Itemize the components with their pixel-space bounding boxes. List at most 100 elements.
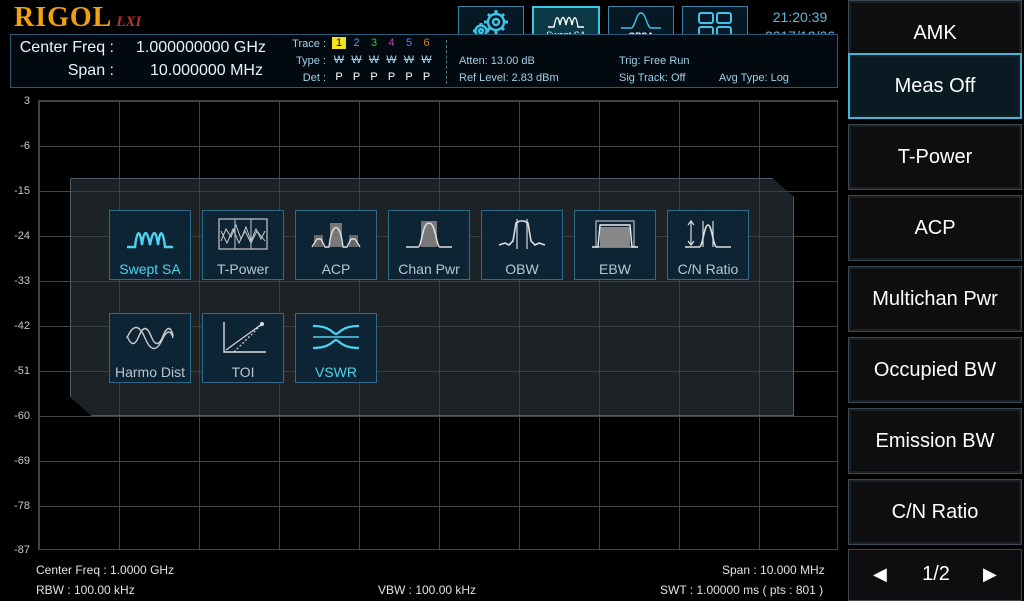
meas-tile-t-power[interactable]: T-Power — [202, 210, 284, 280]
y-tick-label: -60 — [14, 410, 30, 422]
y-tick-label: -69 — [14, 455, 30, 467]
meas-tile-label: T-Power — [216, 261, 270, 277]
vswr-icon — [312, 324, 360, 350]
softkey-t-power[interactable]: T-Power — [848, 124, 1022, 190]
softkey-label: ACP — [914, 216, 956, 239]
meas-tile-label: TOI — [231, 364, 255, 380]
info-divider — [446, 40, 448, 84]
meas-tile-label: Swept SA — [119, 261, 181, 277]
footer-rbw: RBW : 100.00 kHz — [36, 583, 135, 597]
softkey-multichan-pwr[interactable]: Multichan Pwr — [848, 266, 1022, 332]
meas-tile-acp[interactable]: ACP — [295, 210, 377, 280]
trace-6[interactable]: 6 — [420, 37, 434, 49]
softkey-occupied-bw[interactable]: Occupied BW — [848, 337, 1022, 403]
y-tick-label: 3 — [23, 95, 30, 107]
softkey-pager: ◀ 1/2 ▶ — [848, 549, 1022, 601]
softkey-label: Multichan Pwr — [872, 287, 998, 310]
softkey-label: T-Power — [897, 145, 973, 168]
trace-det: P — [422, 71, 431, 83]
footer-vbw: VBW : 100.00 kHz — [378, 583, 477, 597]
y-tick-label: -33 — [14, 275, 30, 287]
footer-swt: SWT : 1.00000 ms ( pts : 801 ) — [660, 583, 824, 597]
meas-tile-ebw[interactable]: EBW — [574, 210, 656, 280]
det-label: Det : — [302, 72, 326, 84]
center-freq-label: Center Freq : — [19, 39, 114, 56]
meas-tile-swept-sa[interactable]: Swept SA — [109, 210, 191, 280]
meas-tile-label: ACP — [321, 261, 351, 277]
avg-type-readout: Avg Type: Log — [719, 72, 789, 84]
softkey-cn-ratio[interactable]: C/N Ratio — [848, 479, 1022, 545]
footer-span: Span : 10.000 MHz — [722, 563, 825, 577]
rigol-logo: RIGOL LXI — [14, 2, 141, 33]
trace-2[interactable]: 2 — [350, 37, 364, 49]
harmonic-distortion-icon — [126, 326, 174, 350]
softkey-label: C/N Ratio — [891, 500, 979, 523]
softkey-label: Occupied BW — [873, 358, 997, 381]
trace-1[interactable]: 1 — [332, 37, 346, 49]
sig-track-readout: Sig Track: Off — [619, 72, 686, 84]
trace-5[interactable]: 5 — [402, 37, 416, 49]
meas-tile-label: OBW — [505, 261, 539, 277]
y-tick-label: -6 — [20, 140, 30, 152]
meas-tile-vswr[interactable]: VSWR — [295, 313, 377, 383]
y-tick-label: -51 — [14, 365, 30, 377]
trigger-readout: Trig: Free Run — [619, 55, 690, 67]
trace-table: 1 2 3 4 5 6 W W W W W W P P P P P P — [332, 37, 436, 87]
trace-types: W W W W W W — [332, 54, 434, 66]
softkey-emission-bw[interactable]: Emission BW — [848, 408, 1022, 474]
time-display: 21:20:39 — [772, 9, 828, 25]
trace-det: P — [370, 71, 378, 83]
trace-det: P — [335, 71, 343, 83]
trace-3[interactable]: 3 — [367, 37, 381, 49]
trace-4[interactable]: 4 — [385, 37, 399, 49]
meas-tile-cn-ratio[interactable]: C/N Ratio — [667, 210, 749, 280]
softkey-label: Emission BW — [875, 429, 995, 452]
meas-tile-chan-pwr[interactable]: Chan Pwr — [388, 210, 470, 280]
trace-type: W — [403, 54, 415, 66]
trace-numbers: 1 2 3 4 5 6 — [332, 37, 434, 49]
y-tick-label: -87 — [14, 544, 30, 556]
t-power-icon — [218, 218, 268, 250]
trace-type: W — [386, 54, 397, 66]
y-tick-label: -24 — [14, 230, 30, 242]
cn-ratio-icon — [685, 220, 731, 248]
softkey-label: Meas Off — [894, 74, 976, 97]
acp-icon — [311, 223, 361, 248]
meas-tile-obw[interactable]: OBW — [481, 210, 563, 280]
chan-pwr-icon — [406, 221, 452, 248]
spectrum-peak-icon — [621, 11, 661, 29]
footer-center-freq: Center Freq : 1.0000 GHz — [36, 563, 175, 577]
trace-det: P — [352, 71, 361, 83]
trace-det: P — [387, 71, 396, 83]
meas-tile-label: Chan Pwr — [398, 261, 460, 277]
meas-tile-label: Harmo Dist — [114, 364, 185, 380]
trace-type: W — [421, 54, 432, 66]
swept-spectrum-icon — [548, 16, 584, 28]
span-value[interactable]: 10.000000 MHz — [150, 62, 263, 80]
atten-readout: Atten: 13.00 dB — [459, 55, 535, 67]
page-next-icon[interactable]: ▶ — [983, 564, 997, 585]
meas-tile-toi[interactable]: TOI — [202, 313, 284, 383]
brand-name: RIGOL — [14, 2, 113, 33]
meas-tile-label: VSWR — [315, 364, 357, 380]
softkey-acp[interactable]: ACP — [848, 195, 1022, 261]
toi-icon — [223, 322, 266, 353]
trace-type: W — [333, 54, 345, 66]
trace-label: Trace : — [292, 38, 326, 50]
swept-sa-icon — [127, 231, 173, 249]
span-label: Span : — [67, 62, 114, 79]
y-tick-label: -15 — [14, 185, 30, 197]
y-tick-label: -78 — [14, 500, 30, 512]
softkey-label: AMK — [913, 21, 957, 44]
meas-tile-label: EBW — [599, 261, 631, 277]
center-freq-value[interactable]: 1.000000000 GHz — [136, 39, 266, 57]
trace-type: W — [351, 54, 362, 66]
obw-icon — [498, 219, 546, 249]
trace-detectors: P P P P P P — [332, 71, 434, 83]
ref-level-readout: Ref Level: 2.83 dBm — [459, 72, 559, 84]
softkey-meas-off[interactable]: Meas Off — [848, 53, 1022, 119]
trace-det: P — [405, 71, 413, 83]
meas-tile-harmo-dist[interactable]: Harmo Dist — [109, 313, 191, 383]
ebw-icon — [592, 220, 638, 248]
meas-tile-label: C/N Ratio — [677, 261, 739, 277]
